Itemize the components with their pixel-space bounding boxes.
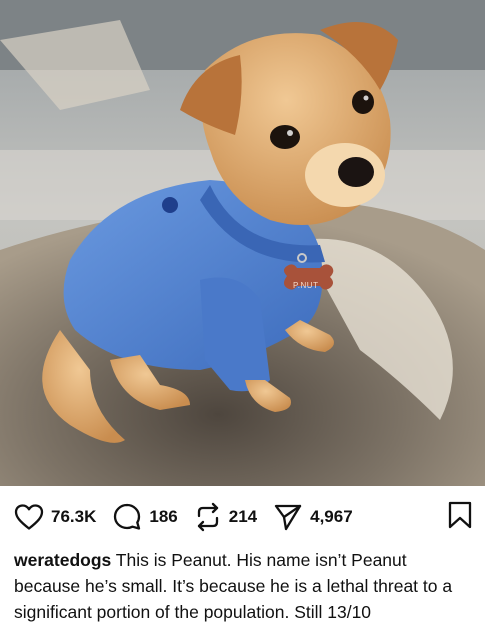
repost-count: 214	[228, 507, 258, 526]
like-count: 76.3K	[51, 507, 97, 526]
repost-button[interactable]: 214	[194, 502, 257, 532]
post-photo[interactable]: P.NUT	[0, 0, 485, 486]
comment-button[interactable]: 186	[112, 502, 178, 532]
save-button[interactable]	[447, 500, 473, 535]
comment-count: 186	[149, 507, 178, 526]
like-button[interactable]: 76.3K	[14, 503, 96, 531]
bookmark-icon	[448, 501, 472, 528]
puppy-photo-illustration	[0, 0, 485, 486]
post-caption: weratedogs This is Peanut. His name isn’…	[14, 547, 476, 625]
repost-icon	[197, 502, 218, 532]
share-count: 4,967	[310, 507, 353, 526]
send-icon	[274, 504, 302, 531]
heart-icon	[14, 504, 44, 530]
share-button[interactable]: 4,967	[273, 502, 353, 532]
name-tag-text: P.NUT	[293, 281, 319, 290]
username-link[interactable]: weratedogs	[14, 550, 111, 570]
post-actions-bar: 76.3K 186 214 4,967	[0, 486, 485, 548]
instagram-post: P.NUT 76.3K 186 214 4,967 weratedogs Thi…	[0, 0, 485, 629]
comment-bubble-icon	[114, 503, 141, 530]
